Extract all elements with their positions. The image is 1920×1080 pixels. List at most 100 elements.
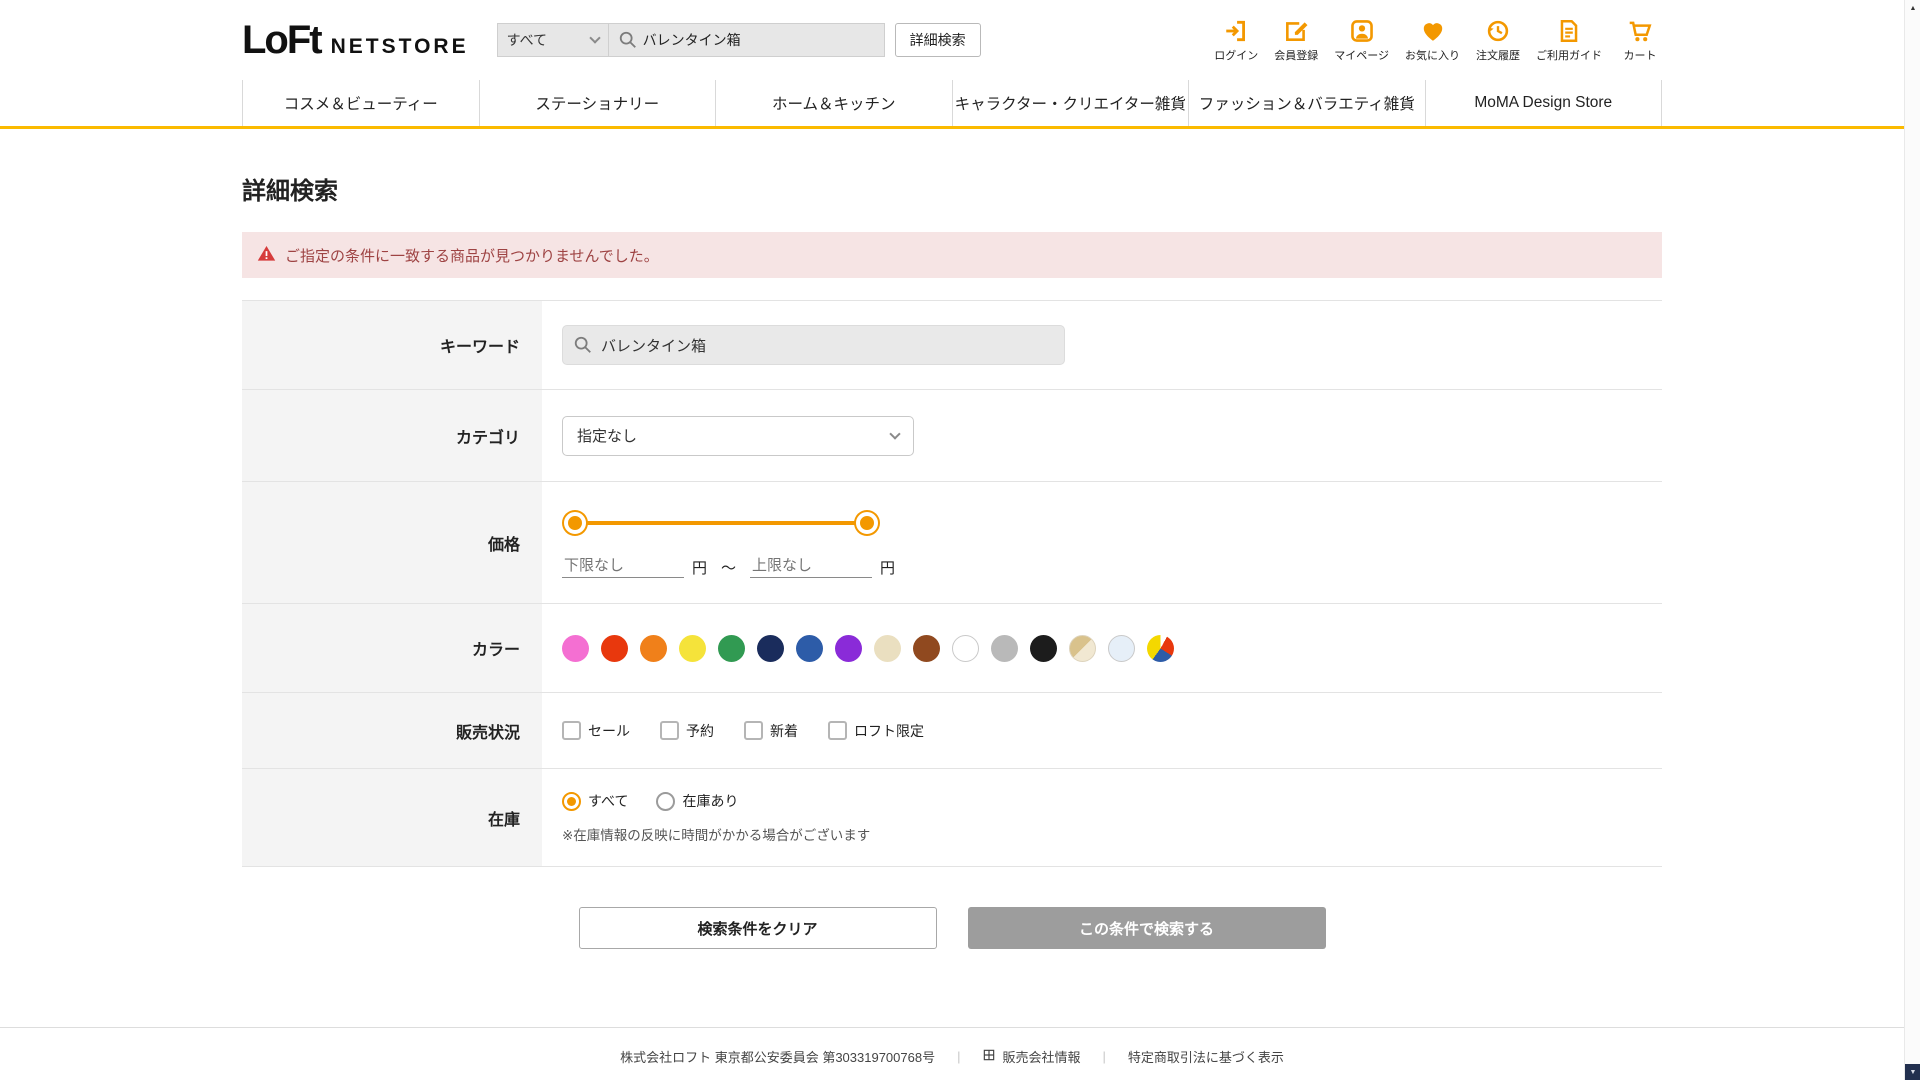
cart-label: カート bbox=[1623, 49, 1657, 62]
no-results-alert: ご指定の条件に一致する商品が見つかりませんでした。 bbox=[242, 232, 1662, 278]
radio-stock-all[interactable]: すべて bbox=[562, 791, 628, 811]
slider-handle-max[interactable] bbox=[856, 511, 878, 534]
login-label: ログイン bbox=[1214, 49, 1259, 62]
slider-track bbox=[566, 520, 876, 525]
form-row-color: カラー bbox=[242, 604, 1662, 693]
login-button[interactable]: ログイン bbox=[1214, 18, 1258, 63]
color-swatch-list bbox=[562, 634, 1662, 662]
nav-item-stationery[interactable]: ステーショナリー bbox=[480, 80, 716, 126]
logo-netstore-text: NETSTORE bbox=[330, 34, 469, 58]
scrollbar-down-arrow[interactable]: ▼ bbox=[1905, 1064, 1920, 1080]
building-icon bbox=[982, 1048, 996, 1065]
color-swatch-black[interactable] bbox=[1030, 634, 1057, 662]
header-search-group: すべて 詳細検索 bbox=[496, 23, 981, 57]
checkbox-reservation[interactable]: 予約 bbox=[660, 721, 714, 741]
loft-logo[interactable]: LoFt NETSTORE bbox=[242, 18, 469, 63]
category-row-label: カテゴリ bbox=[242, 390, 542, 481]
form-row-status: 販売状況 セール 予約 新着 ロフト限定 bbox=[242, 693, 1662, 769]
radio-stock-available-label: 在庫あり bbox=[682, 793, 739, 809]
checkbox-new-label: 新着 bbox=[770, 722, 798, 739]
radio-stock-available[interactable]: 在庫あり bbox=[656, 791, 738, 811]
register-button[interactable]: 会員登録 bbox=[1274, 18, 1318, 63]
nav-item-cosme[interactable]: コスメ＆ビューティー bbox=[242, 80, 480, 126]
color-swatch-multicolor[interactable] bbox=[1147, 634, 1174, 662]
guide-label: ご利用ガイド bbox=[1536, 49, 1602, 62]
color-swatch-pink[interactable] bbox=[562, 634, 589, 662]
form-row-price: 価格 円 ～ 円 bbox=[242, 482, 1662, 604]
login-icon bbox=[1223, 18, 1249, 44]
checkbox-icon bbox=[828, 721, 847, 740]
color-swatch-brown[interactable] bbox=[913, 634, 940, 662]
color-swatch-gold[interactable] bbox=[1069, 634, 1096, 662]
slider-handle-min[interactable] bbox=[564, 511, 586, 534]
category-select[interactable]: 指定なし bbox=[562, 415, 914, 456]
clear-conditions-button[interactable]: 検索条件をクリア bbox=[578, 907, 937, 949]
keyword-row-label: キーワード bbox=[242, 301, 542, 389]
nav-item-fashion-variety[interactable]: ファッション＆バラエティ雑貨 bbox=[1189, 80, 1426, 126]
checkbox-sale[interactable]: セール bbox=[562, 721, 630, 741]
order-history-button[interactable]: 注文履歴 bbox=[1476, 18, 1520, 63]
color-swatch-white[interactable] bbox=[952, 634, 979, 662]
search-form: キーワード カテゴリ 指定な bbox=[242, 300, 1662, 867]
stock-note: ※在庫情報の反映に時間がかかる場合がございます bbox=[562, 828, 871, 843]
scrollbar[interactable]: ▲ ▼ bbox=[1904, 0, 1920, 1080]
color-swatch-beige[interactable] bbox=[874, 634, 901, 662]
footer-company-license: 株式会社ロフト 東京都公安委員会 第303319700768号 bbox=[620, 1050, 936, 1065]
mypage-button[interactable]: マイページ bbox=[1334, 18, 1389, 63]
logo-loft-text: LoFt bbox=[242, 17, 323, 62]
checkbox-icon bbox=[744, 721, 763, 740]
color-swatch-orange[interactable] bbox=[640, 634, 667, 662]
form-row-keyword: キーワード bbox=[242, 301, 1662, 390]
cart-button[interactable]: カート bbox=[1618, 18, 1662, 63]
price-max-input[interactable] bbox=[750, 553, 873, 578]
form-row-stock: 在庫 すべて 在庫あり ※在庫情報の反映に時間がかかる場合がございます bbox=[242, 769, 1662, 867]
mypage-icon bbox=[1349, 18, 1375, 44]
price-range-slider bbox=[564, 511, 878, 534]
color-swatch-clear[interactable] bbox=[1108, 634, 1135, 662]
footer-link-tokushoho[interactable]: 特定商取引法に基づく表示 bbox=[1128, 1047, 1284, 1066]
header-detail-search-button[interactable]: 詳細検索 bbox=[894, 23, 981, 57]
search-with-conditions-button[interactable]: この条件で検索する bbox=[967, 907, 1326, 949]
search-icon bbox=[573, 335, 593, 360]
order-history-label: 注文履歴 bbox=[1476, 49, 1520, 62]
radio-unselected-icon bbox=[656, 791, 676, 811]
favorites-button[interactable]: お気に入り bbox=[1405, 18, 1460, 63]
price-min-input[interactable] bbox=[562, 553, 684, 578]
cart-icon bbox=[1627, 18, 1653, 44]
scrollbar-up-arrow[interactable]: ▲ bbox=[1905, 0, 1920, 16]
color-swatch-gray[interactable] bbox=[991, 634, 1018, 662]
history-clock-icon bbox=[1485, 18, 1511, 44]
checkbox-new[interactable]: 新着 bbox=[744, 721, 798, 741]
color-swatch-purple[interactable] bbox=[835, 634, 862, 662]
alert-text: ご指定の条件に一致する商品が見つかりませんでした。 bbox=[285, 247, 659, 265]
color-swatch-blue[interactable] bbox=[796, 634, 823, 662]
color-swatch-yellow[interactable] bbox=[679, 634, 706, 662]
footer-link-company-info[interactable]: 販売会社情報 bbox=[982, 1047, 1080, 1066]
color-swatch-navy[interactable] bbox=[757, 634, 784, 662]
header-search-input[interactable] bbox=[608, 23, 885, 57]
nav-item-moma[interactable]: MoMA Design Store bbox=[1426, 80, 1662, 126]
checkbox-icon bbox=[562, 721, 581, 740]
footer-link-company-info-label: 販売会社情報 bbox=[1002, 1050, 1081, 1065]
keyword-input[interactable] bbox=[562, 325, 1065, 365]
category-select-value: 指定なし bbox=[577, 428, 638, 445]
warning-icon bbox=[257, 244, 276, 267]
nav-item-home-kitchen[interactable]: ホーム＆キッチン bbox=[716, 80, 953, 126]
checkbox-loft-limited[interactable]: ロフト限定 bbox=[828, 721, 924, 741]
radio-stock-all-label: すべて bbox=[588, 793, 629, 809]
site-header: LoFt NETSTORE すべて 詳細検索 bbox=[0, 0, 1904, 129]
header-category-value: すべて bbox=[506, 32, 548, 48]
checkbox-loft-limited-label: ロフト限定 bbox=[854, 722, 924, 739]
guide-button[interactable]: ご利用ガイド bbox=[1536, 18, 1602, 63]
footer-divider: | bbox=[1102, 1049, 1106, 1064]
footer-link-tokushoho-label: 特定商取引法に基づく表示 bbox=[1127, 1050, 1284, 1065]
page: LoFt NETSTORE すべて 詳細検索 bbox=[0, 0, 1904, 1080]
mypage-label: マイページ bbox=[1334, 49, 1389, 62]
header-utility-menu: ログイン 会員登録 マイページ お気に入り 注文履歴 ご利用ガイド カート bbox=[1214, 18, 1662, 63]
nav-item-character-goods[interactable]: キャラクター・クリエイター雑貨 bbox=[953, 80, 1189, 126]
color-swatch-red[interactable] bbox=[601, 634, 628, 662]
price-unit-label: 円 bbox=[880, 559, 896, 577]
header-category-select[interactable]: すべて bbox=[496, 23, 609, 57]
price-unit-label: 円 bbox=[692, 559, 708, 577]
color-swatch-green[interactable] bbox=[718, 634, 745, 662]
